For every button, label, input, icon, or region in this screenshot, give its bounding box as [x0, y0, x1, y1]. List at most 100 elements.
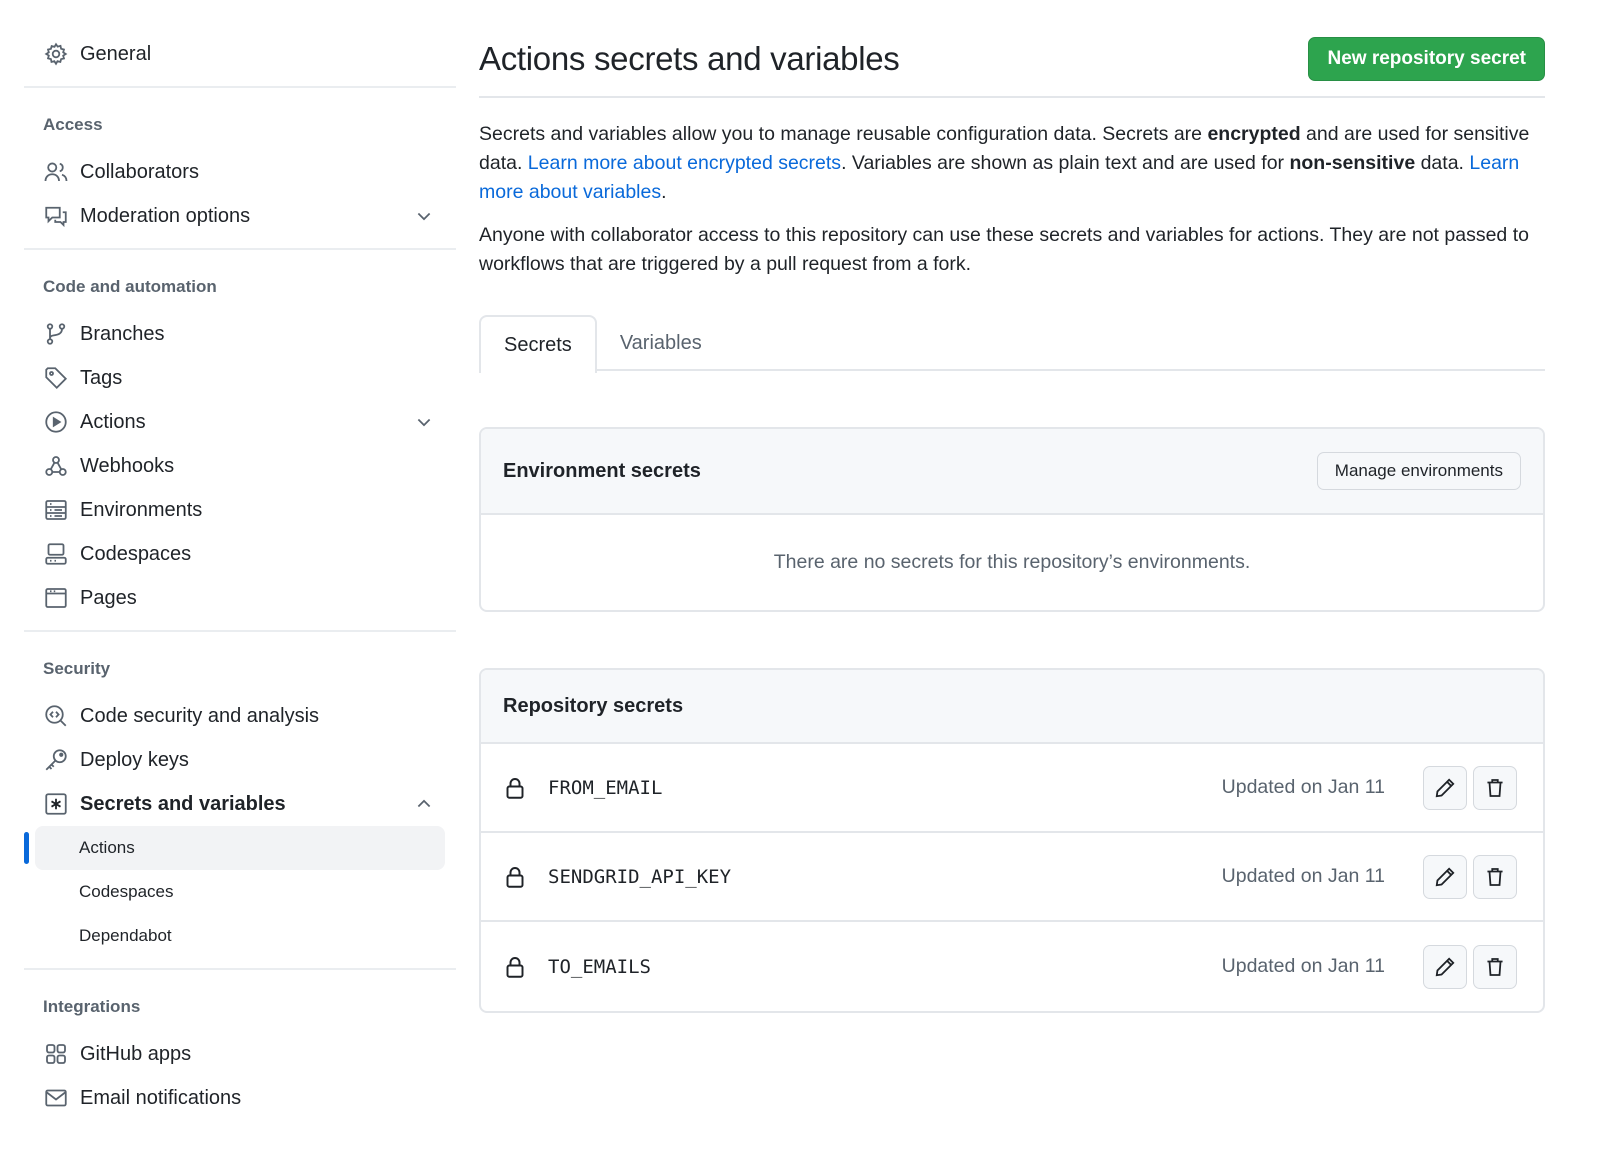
sidebar-item-environments[interactable]: Environments: [24, 488, 456, 532]
comment-discussion-icon: [44, 204, 68, 228]
sidebar-item-label: Actions: [80, 410, 146, 433]
pencil-icon: [1435, 777, 1455, 797]
edit-secret-button[interactable]: [1423, 854, 1467, 899]
bold-text: non-sensitive: [1289, 152, 1416, 174]
page-description: Secrets and variables allow you to manag…: [479, 120, 1545, 279]
delete-secret-button[interactable]: [1473, 765, 1517, 810]
tag-icon: [44, 366, 68, 390]
sidebar-item-label: Webhooks: [80, 454, 175, 477]
sidebar-item-github-apps[interactable]: GitHub apps: [24, 1032, 456, 1076]
sidebar-subitem-label: Dependabot: [79, 926, 172, 945]
text: .: [661, 181, 667, 203]
sidebar-item-label: Environments: [80, 498, 203, 521]
sidebar-item-general[interactable]: General: [24, 32, 456, 76]
codespaces-icon: [44, 542, 68, 566]
delete-secret-button[interactable]: [1473, 854, 1517, 899]
description-paragraph: Secrets and variables allow you to manag…: [479, 120, 1545, 207]
sidebar-item-actions[interactable]: Actions: [24, 400, 456, 444]
sidebar-item-codespaces[interactable]: Codespaces: [24, 532, 456, 576]
section-heading-security: Security: [43, 659, 111, 678]
text: . Variables are shown as plain text and …: [841, 152, 1290, 174]
git-branch-icon: [44, 322, 68, 346]
tab-variables[interactable]: Variables: [597, 315, 725, 371]
description-paragraph: Anyone with collaborator access to this …: [479, 224, 1529, 275]
key-asterisk-icon: [44, 792, 68, 816]
trash-icon: [1487, 778, 1503, 797]
sidebar-subitem-dependabot[interactable]: Dependabot: [35, 914, 445, 958]
tab-secrets[interactable]: Secrets: [479, 315, 597, 373]
chevron-down-icon[interactable]: [414, 412, 434, 432]
page-header: Actions secrets and variables New reposi…: [479, 30, 1545, 98]
delete-secret-button[interactable]: [1473, 944, 1517, 989]
sidebar-item-label: Moderation options: [80, 204, 251, 227]
sidebar-item-label: Branches: [80, 322, 165, 345]
page-title: Actions secrets and variables: [479, 40, 900, 77]
sidebar-item-pages[interactable]: Pages: [24, 576, 456, 620]
sidebar-subitem-codespaces[interactable]: Codespaces: [35, 870, 445, 914]
section-heading-access: Access: [43, 115, 103, 134]
sidebar-item-label: General: [80, 42, 152, 65]
pencil-icon: [1435, 866, 1455, 886]
sidebar-item-label: Collaborators: [80, 160, 199, 183]
codescan-icon: [44, 704, 68, 728]
learn-encrypted-secrets-link[interactable]: Learn more about encrypted secrets: [528, 152, 841, 174]
section-heading-code-automation: Code and automation: [43, 277, 217, 296]
edit-secret-button[interactable]: [1423, 944, 1467, 989]
sidebar-item-collaborators[interactable]: Collaborators: [24, 150, 456, 194]
manage-environments-button[interactable]: Manage environments: [1316, 452, 1521, 490]
text: Secrets and variables allow you to manag…: [479, 123, 1208, 145]
environment-secrets-title: Environment secrets: [503, 459, 701, 482]
sidebar-item-label: Codespaces: [80, 542, 192, 565]
section-heading-integrations: Integrations: [43, 997, 141, 1016]
server-icon: [44, 498, 68, 522]
trash-icon: [1487, 867, 1503, 886]
sidebar-item-webhooks[interactable]: Webhooks: [24, 444, 456, 488]
bold-text: encrypted: [1207, 123, 1301, 145]
edit-secret-button[interactable]: [1423, 765, 1467, 810]
lock-icon: [506, 866, 524, 888]
sidebar-item-moderation-options[interactable]: Moderation options: [24, 194, 456, 238]
sidebar-item-email-notifications[interactable]: Email notifications: [24, 1076, 456, 1120]
box-header: Repository secrets: [481, 670, 1543, 744]
sidebar-item-label: Code security and analysis: [80, 704, 320, 727]
webhook-icon: [44, 454, 68, 478]
sidebar-item-label: Pages: [80, 586, 137, 609]
people-icon: [44, 160, 68, 184]
sidebar-item-label: Deploy keys: [80, 748, 189, 771]
play-icon: [44, 410, 68, 434]
lock-icon: [506, 956, 524, 978]
secret-row: SENDGRID_API_KEY Updated on Jan 11: [481, 833, 1543, 922]
sidebar-item-tags[interactable]: Tags: [24, 356, 456, 400]
trash-icon: [1487, 957, 1503, 976]
sidebar-item-branches[interactable]: Branches: [24, 312, 456, 356]
sidebar-item-label: GitHub apps: [80, 1042, 192, 1065]
tab-bar: Secrets Variables: [479, 315, 1545, 373]
secret-updated-date: Updated on Jan 11: [1221, 955, 1385, 977]
pencil-icon: [1435, 956, 1455, 976]
active-indicator: [24, 832, 29, 864]
chevron-up-icon[interactable]: [414, 794, 434, 814]
secret-name: FROM_EMAIL: [548, 776, 663, 799]
apps-icon: [44, 1042, 68, 1066]
new-repository-secret-button[interactable]: New repository secret: [1308, 37, 1545, 81]
secret-row: TO_EMAILS Updated on Jan 11: [481, 922, 1543, 1011]
repository-secrets-box: Repository secrets FROM_EMAIL Updated on…: [479, 668, 1545, 1013]
chevron-down-icon[interactable]: [414, 206, 434, 226]
sidebar-item-code-security[interactable]: Code security and analysis: [24, 694, 456, 738]
secret-updated-date: Updated on Jan 11: [1221, 865, 1385, 887]
sidebar-subitem-actions[interactable]: Actions: [24, 826, 445, 870]
sidebar-item-label: Tags: [80, 366, 123, 389]
sidebar-subitem-label: Actions: [79, 838, 135, 857]
sidebar-item-label: Secrets and variables: [80, 792, 286, 815]
secret-row: FROM_EMAIL Updated on Jan 11: [481, 744, 1543, 833]
sidebar-item-secrets-and-variables[interactable]: Secrets and variables: [24, 782, 456, 826]
sidebar-item-deploy-keys[interactable]: Deploy keys: [24, 738, 456, 782]
browser-icon: [44, 586, 68, 610]
text: data.: [1415, 152, 1470, 174]
gear-icon: [44, 42, 68, 66]
sidebar-subitem-label: Codespaces: [79, 882, 174, 901]
lock-icon: [506, 777, 524, 799]
environment-secrets-box: Environment secrets Manage environments …: [479, 427, 1545, 612]
empty-state-message: There are no secrets for this repository…: [773, 551, 1251, 573]
box-header: Environment secrets Manage environments: [481, 429, 1543, 515]
